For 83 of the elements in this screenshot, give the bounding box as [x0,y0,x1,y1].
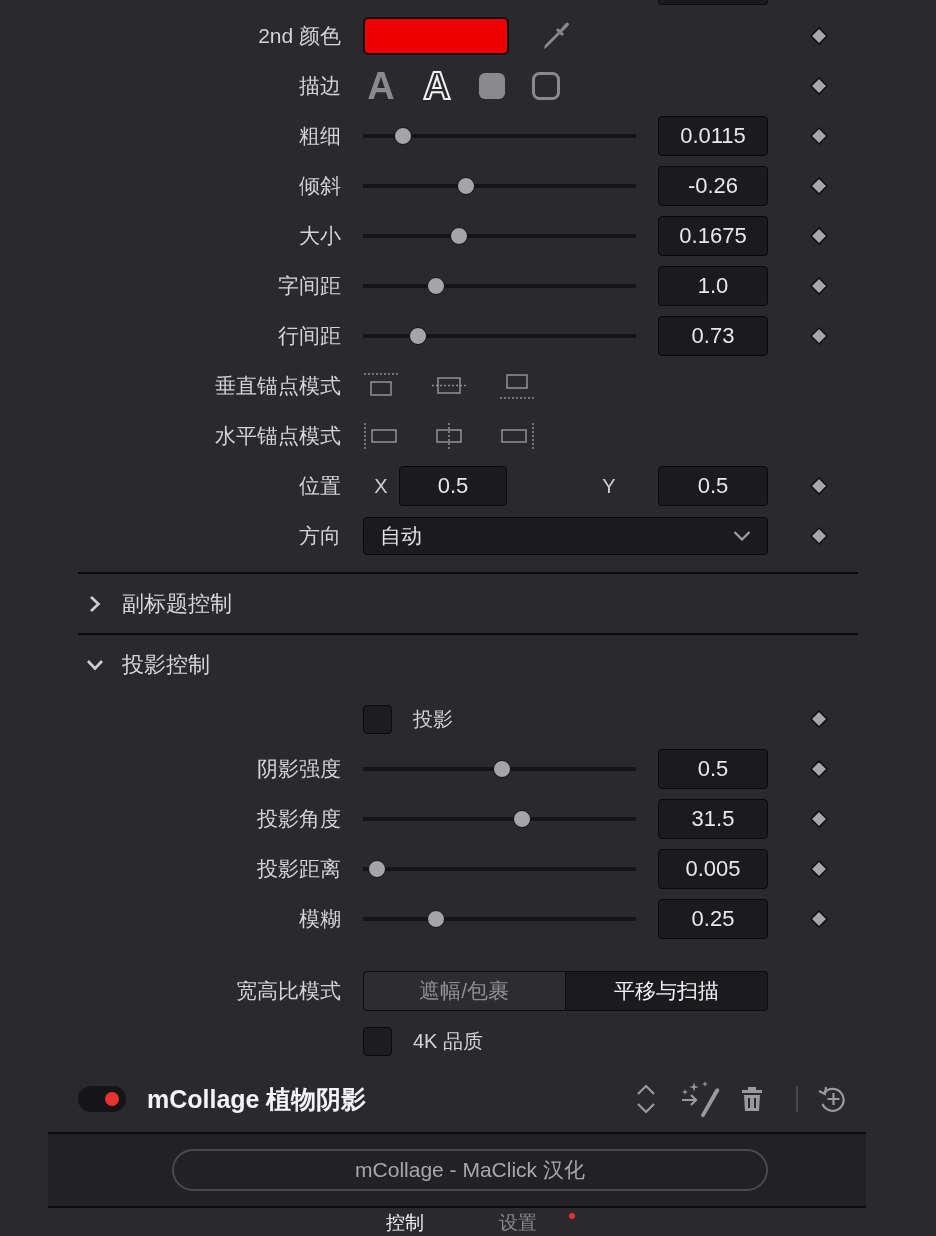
input-field[interactable] [658,0,768,5]
checkbox[interactable] [363,704,392,734]
filled-square-icon[interactable] [478,72,506,100]
magic-wand-icon[interactable] [680,1080,720,1118]
keyframe-icon[interactable] [810,77,828,95]
axis-label: Y [601,474,617,498]
field-label: 宽高比模式 [236,978,341,1004]
field-label: 倾斜 [299,173,341,199]
checkbox[interactable] [363,1026,392,1056]
keyframe-icon[interactable] [810,810,828,828]
outlined-square-icon[interactable] [532,72,560,100]
slider-thumb[interactable] [393,127,412,145]
effect-title: mCollage 植物阴影 [147,1083,367,1115]
field-label: 字间距 [278,273,341,299]
keyframe-icon[interactable] [810,910,828,928]
field-label: 描边 [299,73,341,99]
checkbox-label: 投影 [413,706,453,732]
circular-arrow-plus-icon[interactable] [818,1085,848,1113]
keyframe-icon[interactable] [810,477,828,495]
field-label: 方向 [299,523,341,549]
keyframe-icon[interactable] [810,710,828,728]
keyframe-icon[interactable] [810,527,828,545]
keyframe-icon[interactable] [810,127,828,145]
toggle-switch[interactable] [78,1086,126,1112]
value-field[interactable]: 1.0 [658,266,768,306]
value-field[interactable]: 0.73 [658,316,768,356]
field-label: 水平锚点模式 [215,423,341,449]
field-label: 位置 [299,473,341,499]
text-fill-option[interactable]: A [366,68,396,104]
keyframe-icon[interactable] [810,327,828,345]
aspect-mode-option[interactable]: 遮幅/包裹 [363,971,566,1011]
slider-thumb[interactable] [449,227,468,245]
field-label: 2nd 颜色 [258,23,341,49]
tab[interactable]: 设置 [499,1212,537,1234]
preset-button[interactable]: mCollage - MaClick 汉化 [172,1149,768,1191]
anchor-right-icon[interactable] [499,422,535,450]
axis-label: X [373,474,389,498]
slider-thumb[interactable] [513,810,532,828]
up-down-chevron-icon[interactable] [635,1083,657,1115]
value-field[interactable]: 0.5 [658,466,768,506]
value-field[interactable]: 0.5 [658,749,768,789]
keyframe-icon[interactable] [810,227,828,245]
section-toggle[interactable]: 投影控制 [86,635,210,694]
field-label: 粗细 [299,123,341,149]
value-field[interactable]: 31.5 [658,799,768,839]
anchor-bottom-icon[interactable] [499,372,535,400]
keyframe-icon[interactable] [810,27,828,45]
keyframe-icon[interactable] [810,177,828,195]
tab[interactable]: 控制 [386,1212,424,1234]
anchor-left-icon[interactable] [363,422,399,450]
field-label: 阴影强度 [257,756,341,782]
slider-thumb[interactable] [493,760,512,778]
value-field[interactable]: 0.1675 [658,216,768,256]
field-label: 投影距离 [257,856,341,882]
keyframe-icon[interactable] [810,860,828,878]
chevron-down-icon [86,658,104,671]
text-outline-option[interactable]: A [422,68,452,104]
field-label: 投影角度 [257,806,341,832]
field-label: 模糊 [299,906,341,932]
slider-thumb[interactable] [426,910,445,928]
checkbox-label: 4K 品质 [413,1028,484,1054]
slider-thumb[interactable] [368,860,387,878]
value-field[interactable]: -0.26 [658,166,768,206]
value-field[interactable]: 0.005 [658,849,768,889]
trash-icon[interactable] [742,1087,762,1111]
keyframe-icon[interactable] [810,760,828,778]
slider-thumb[interactable] [457,177,476,195]
slider-thumb[interactable] [426,277,445,295]
section-toggle[interactable]: 副标题控制 [86,574,232,633]
value-field[interactable]: 0.25 [658,899,768,939]
chevron-right-icon [89,594,101,613]
aspect-mode-option[interactable]: 平移与扫描 [565,971,768,1011]
field-label: 垂直锚点模式 [215,373,341,399]
value-field[interactable]: 0.5 [399,466,507,506]
keyframe-icon[interactable] [810,277,828,295]
field-label: 大小 [299,223,341,249]
value-field[interactable]: 0.0115 [658,116,768,156]
color-swatch[interactable] [363,17,509,55]
eyedropper-icon[interactable] [541,21,571,51]
field-label: 行间距 [278,323,341,349]
dropdown[interactable]: 自动 [363,517,768,555]
slider-thumb[interactable] [408,327,427,345]
chevron-down-icon [733,530,751,542]
